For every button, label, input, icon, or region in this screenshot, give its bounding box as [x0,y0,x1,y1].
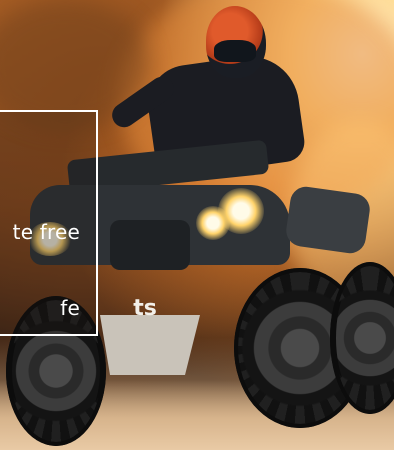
helmet-visor [214,40,256,62]
headlight-icon [196,206,230,240]
promo-text-line-2: fe [60,296,80,320]
promo-frame: te free fe [0,110,98,336]
atv-side-panel [284,184,372,256]
atv-grille [110,220,190,270]
brand-logo-icon: ts [133,296,157,321]
promo-text-line-1: te free [12,220,80,244]
